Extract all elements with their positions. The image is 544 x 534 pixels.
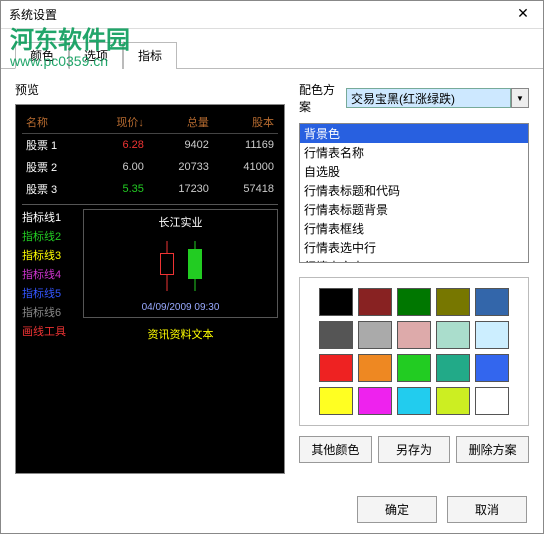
indicator-label: 指标线3 — [22, 247, 77, 263]
info-text: 资讯资料文本 — [83, 326, 278, 342]
color-swatch[interactable] — [436, 354, 470, 382]
color-swatch[interactable] — [475, 288, 509, 316]
color-swatch[interactable] — [319, 321, 353, 349]
candlestick-chart: 长江实业 04/09/2009 09:30 — [83, 209, 278, 318]
color-swatch[interactable] — [319, 288, 353, 316]
color-swatch[interactable] — [358, 321, 392, 349]
list-item[interactable]: 行情表名称 — [300, 143, 528, 162]
color-swatch[interactable] — [319, 354, 353, 382]
table-row: 股票 26.002073341000 — [22, 156, 278, 178]
color-swatch[interactable] — [358, 354, 392, 382]
preview-panel: 名称 现价↓ 总量 股本 股票 16.28940211169股票 26.0020… — [15, 104, 285, 474]
palette-box — [299, 277, 529, 426]
tab-indicator[interactable]: 指标 — [123, 42, 177, 69]
color-swatch[interactable] — [475, 387, 509, 415]
tab-options[interactable]: 选项 — [69, 42, 123, 69]
color-swatch[interactable] — [475, 354, 509, 382]
ok-button[interactable]: 确定 — [357, 496, 437, 523]
chevron-down-icon[interactable]: ▼ — [511, 88, 529, 108]
table-row: 股票 35.351723057418 — [22, 178, 278, 200]
col-shares: 股本 — [213, 111, 278, 134]
col-name: 名称 — [22, 111, 88, 134]
list-item[interactable]: 行情表标题背景 — [300, 200, 528, 219]
tab-color[interactable]: 颜色 — [15, 42, 69, 69]
list-item[interactable]: 行情表文本 — [300, 257, 528, 263]
list-item[interactable]: 背景色 — [300, 124, 528, 143]
preview-label: 预览 — [15, 81, 285, 98]
col-price: 现价↓ — [88, 111, 148, 134]
color-swatch[interactable] — [358, 288, 392, 316]
tab-bar: 颜色 选项 指标 — [1, 37, 543, 69]
scheme-input[interactable] — [346, 88, 511, 108]
other-color-button[interactable]: 其他颜色 — [299, 436, 372, 463]
table-row: 股票 16.28940211169 — [22, 134, 278, 157]
color-swatch[interactable] — [397, 354, 431, 382]
scheme-dropdown[interactable]: ▼ — [346, 88, 529, 108]
list-item[interactable]: 行情表框线 — [300, 219, 528, 238]
color-swatch[interactable] — [397, 288, 431, 316]
indicator-label: 指标线2 — [22, 228, 77, 244]
quote-table: 名称 现价↓ 总量 股本 股票 16.28940211169股票 26.0020… — [22, 111, 278, 200]
color-swatch[interactable] — [436, 288, 470, 316]
scheme-label: 配色方案 — [299, 81, 338, 115]
color-swatch[interactable] — [319, 387, 353, 415]
save-as-button[interactable]: 另存为 — [378, 436, 451, 463]
indicator-list: 指标线1 指标线2 指标线3 指标线4 指标线5 指标线6 画线工具 — [22, 209, 77, 342]
list-item[interactable]: 行情表选中行 — [300, 238, 528, 257]
cancel-button[interactable]: 取消 — [447, 496, 527, 523]
col-volume: 总量 — [148, 111, 213, 134]
indicator-label: 指标线5 — [22, 285, 77, 301]
candle-down-icon — [188, 241, 202, 291]
close-icon[interactable]: ✕ — [511, 5, 535, 25]
indicator-label: 指标线1 — [22, 209, 77, 225]
indicator-label: 画线工具 — [22, 323, 77, 339]
color-swatch[interactable] — [436, 321, 470, 349]
color-swatch[interactable] — [397, 321, 431, 349]
indicator-label: 指标线4 — [22, 266, 77, 282]
list-item[interactable]: 自选股 — [300, 162, 528, 181]
window-title: 系统设置 — [9, 6, 57, 23]
color-swatch[interactable] — [436, 387, 470, 415]
color-target-list[interactable]: 背景色行情表名称自选股行情表标题和代码行情表标题背景行情表框线行情表选中行行情表… — [299, 123, 529, 263]
chart-title: 长江实业 — [159, 214, 203, 230]
delete-scheme-button[interactable]: 删除方案 — [456, 436, 529, 463]
color-swatch[interactable] — [475, 321, 509, 349]
chart-date: 04/09/2009 09:30 — [142, 302, 220, 313]
candle-up-icon — [160, 241, 174, 291]
list-item[interactable]: 行情表标题和代码 — [300, 181, 528, 200]
color-swatch[interactable] — [397, 387, 431, 415]
color-swatch[interactable] — [358, 387, 392, 415]
indicator-label: 指标线6 — [22, 304, 77, 320]
